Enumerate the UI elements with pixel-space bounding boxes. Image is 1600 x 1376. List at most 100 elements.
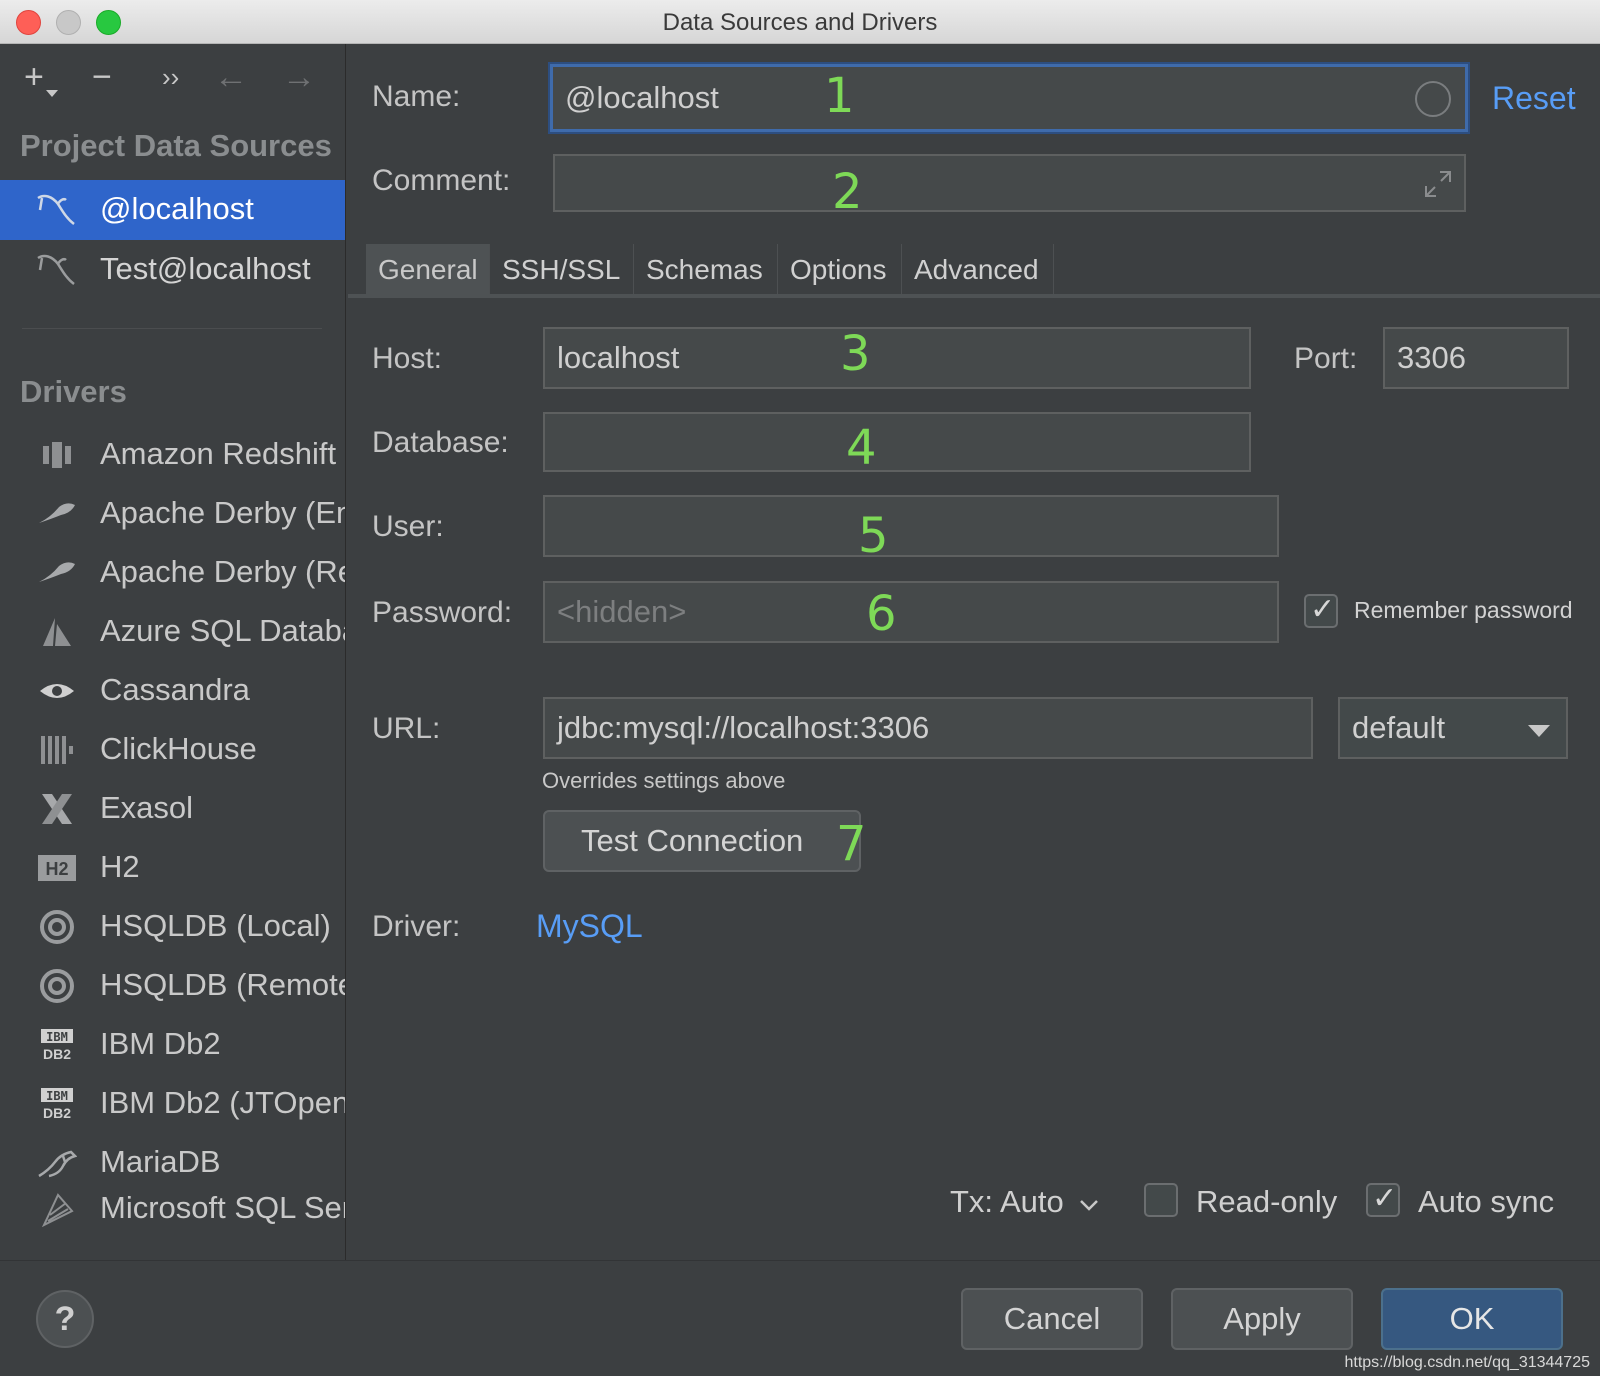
annotation-number: 1: [824, 68, 855, 124]
driver-item[interactable]: IBM DB2 IBM Db2 (JTOpen): [0, 1075, 345, 1133]
annotation-number: 2: [832, 164, 863, 220]
driver-item[interactable]: ClickHouse: [0, 721, 345, 779]
auto-sync-label: Auto sync: [1418, 1184, 1555, 1219]
data-source-item[interactable]: @localhost: [0, 180, 345, 240]
driver-item[interactable]: H2 H2: [0, 839, 345, 897]
user-input[interactable]: [543, 495, 1279, 557]
more-icon[interactable]: ››: [162, 60, 179, 94]
svg-text:DB2: DB2: [43, 1046, 71, 1062]
driver-item[interactable]: Apache Derby (Embedded): [0, 485, 345, 543]
driver-item[interactable]: Apache Derby (Remote): [0, 544, 345, 602]
hsqldb-icon: [36, 966, 78, 1006]
driver-item[interactable]: HSQLDB (Local): [0, 898, 345, 956]
remember-password-checkbox[interactable]: ✓: [1304, 593, 1338, 628]
dropdown-arrow-icon: [46, 90, 58, 97]
password-input[interactable]: <hidden>: [543, 581, 1279, 643]
name-label: Name:: [372, 80, 461, 113]
driver-label: Apache Derby (Embedded): [100, 495, 345, 530]
test-connection-button[interactable]: Test Connection: [543, 810, 861, 872]
h2-icon: H2: [36, 848, 78, 888]
seal-icon: [36, 1143, 78, 1183]
exasol-icon: [36, 789, 78, 829]
driver-label: Amazon Redshift: [100, 436, 337, 471]
forward-arrow-icon[interactable]: →: [282, 60, 316, 94]
ok-button[interactable]: OK: [1381, 1288, 1563, 1350]
read-only-checkbox[interactable]: [1144, 1183, 1178, 1217]
project-data-sources-header: Project Data Sources: [20, 128, 332, 163]
port-input[interactable]: 3306: [1383, 327, 1569, 389]
help-label: ?: [54, 1299, 76, 1338]
driver-item[interactable]: Azure SQL Database: [0, 603, 345, 661]
url-input[interactable]: jdbc:mysql://localhost:3306: [543, 697, 1313, 759]
dolphin-icon: [37, 254, 75, 285]
url-hint: Overrides settings above: [542, 768, 786, 793]
window-title: Data Sources and Drivers: [662, 9, 938, 36]
hsqldb-icon: [36, 907, 78, 947]
chevron-down-icon: [1528, 725, 1550, 737]
remove-icon[interactable]: −: [92, 60, 112, 94]
svg-text:H2: H2: [45, 859, 68, 879]
tx-mode-label: Tx: Auto: [950, 1184, 1064, 1219]
back-arrow-icon[interactable]: ←: [214, 60, 248, 94]
tab-options[interactable]: Options: [778, 244, 902, 294]
expand-icon[interactable]: [1422, 168, 1454, 200]
url-value: jdbc:mysql://localhost:3306: [557, 710, 930, 745]
comment-label: Comment:: [372, 164, 511, 197]
chevron-down-icon: [1080, 1200, 1099, 1211]
driver-label: HSQLDB (Local): [100, 908, 331, 943]
name-input[interactable]: @localhost: [550, 64, 1468, 132]
apply-label: Apply: [1223, 1301, 1301, 1336]
remember-password-label: Remember password: [1354, 597, 1573, 623]
tab-general[interactable]: General: [366, 244, 490, 294]
redshift-icon: [36, 435, 78, 475]
db2-icon: IBM DB2: [36, 1084, 78, 1124]
tab-ssh-ssl[interactable]: SSH/SSL: [490, 244, 634, 294]
auto-sync-checkbox[interactable]: ✓: [1366, 1182, 1400, 1217]
name-value: @localhost: [565, 80, 719, 115]
driver-label: Microsoft SQL Server: [100, 1190, 345, 1225]
tab-schemas[interactable]: Schemas: [634, 244, 778, 294]
data-source-item[interactable]: Test@localhost: [0, 240, 345, 300]
driver-item[interactable]: Cassandra: [0, 662, 345, 720]
driver-item[interactable]: HSQLDB (Remote): [0, 957, 345, 1015]
sidebar-divider: [22, 328, 322, 329]
url-mode-value: default: [1352, 710, 1446, 745]
driver-label: IBM Db2: [100, 1026, 221, 1061]
add-icon[interactable]: +: [24, 60, 44, 94]
checkmark-icon: ✓: [1310, 593, 1336, 626]
driver-link[interactable]: MySQL: [536, 908, 643, 945]
driver-item[interactable]: Exasol: [0, 780, 345, 838]
port-value: 3306: [1397, 340, 1466, 375]
reset-link[interactable]: Reset: [1492, 80, 1576, 117]
annotation-number: 3: [840, 326, 871, 382]
driver-item[interactable]: Microsoft SQL Server: [0, 1180, 345, 1238]
tab-advanced[interactable]: Advanced: [902, 244, 1054, 294]
sqlserver-icon: [36, 1189, 78, 1229]
password-placeholder: <hidden>: [557, 594, 687, 629]
comment-input[interactable]: [553, 154, 1466, 212]
db2-icon: IBM DB2: [36, 1025, 78, 1065]
annotation-number: 7: [836, 816, 867, 872]
apply-button[interactable]: Apply: [1171, 1288, 1353, 1350]
driver-label: H2: [100, 849, 140, 884]
driver-label: Cassandra: [100, 672, 250, 707]
driver-label: Azure SQL Database: [100, 613, 345, 648]
data-source-label: @localhost: [100, 191, 254, 226]
cancel-button[interactable]: Cancel: [961, 1288, 1143, 1350]
dolphin-icon: [37, 194, 75, 225]
annotation-number: 6: [866, 586, 897, 642]
svg-text:DB2: DB2: [43, 1105, 71, 1121]
circle-icon[interactable]: [1415, 81, 1451, 117]
database-label: Database:: [372, 426, 509, 459]
password-label: Password:: [372, 596, 513, 629]
help-button[interactable]: ?: [36, 1290, 94, 1348]
database-input[interactable]: [543, 412, 1251, 472]
svg-text:IBM: IBM: [46, 1089, 68, 1103]
tx-mode-select[interactable]: Tx: Auto: [950, 1184, 1100, 1220]
title-bar: Data Sources and Drivers: [0, 0, 1600, 44]
url-mode-select[interactable]: default: [1338, 697, 1568, 759]
driver-item[interactable]: Amazon Redshift: [0, 426, 345, 484]
driver-label: MariaDB: [100, 1144, 221, 1179]
driver-item[interactable]: IBM DB2 IBM Db2: [0, 1016, 345, 1074]
host-input[interactable]: localhost: [543, 327, 1251, 389]
